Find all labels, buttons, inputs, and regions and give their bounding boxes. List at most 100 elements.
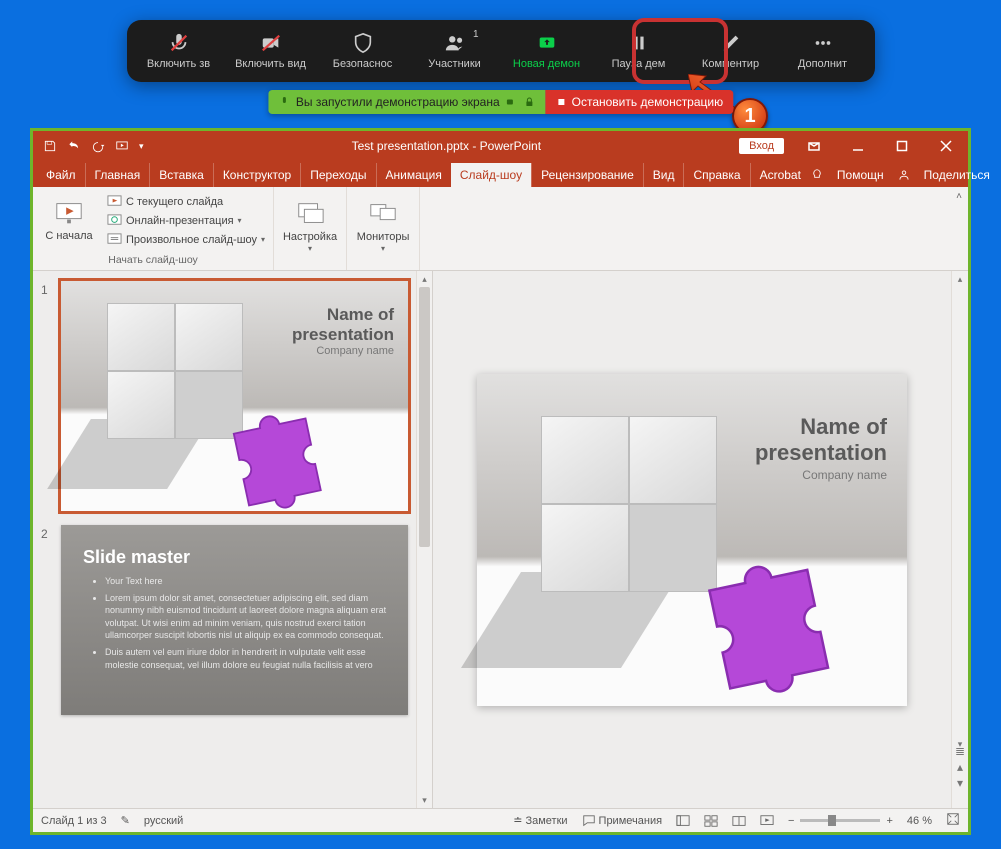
titlebar: ▾ Test presentation.pptx - PowerPoint Вх… bbox=[33, 131, 968, 161]
tab-transitions[interactable]: Переходы bbox=[300, 163, 375, 187]
cam-off-icon bbox=[260, 32, 282, 54]
custom-slideshow-label: Произвольное слайд-шоу bbox=[126, 234, 257, 246]
zoom-toolbar: Включить зв Включить вид Безопаснос 1 Уч… bbox=[127, 20, 875, 82]
window-title: Test presentation.pptx - PowerPoint bbox=[154, 139, 740, 153]
slide-subtitle: Company name bbox=[802, 468, 887, 482]
thumb1-title-line1: Name of bbox=[327, 305, 394, 324]
zoom-participants-label: Участники bbox=[428, 58, 481, 70]
share-icon bbox=[536, 32, 558, 54]
pause-icon bbox=[628, 32, 650, 54]
share-notification: Вы запустили демонстрацию экрана Останов… bbox=[268, 90, 733, 114]
tab-design[interactable]: Конструктор bbox=[213, 163, 300, 187]
puzzle-piece-icon bbox=[677, 546, 857, 696]
close-button[interactable] bbox=[924, 131, 968, 161]
zoom-new-share-label: Новая демон bbox=[513, 58, 580, 70]
powerpoint-window: ▾ Test presentation.pptx - PowerPoint Вх… bbox=[30, 128, 971, 835]
workspace: 1 Name ofpresentation bbox=[33, 271, 968, 808]
cam-icon bbox=[506, 96, 518, 108]
quick-access-toolbar: ▾ bbox=[33, 139, 154, 153]
fit-window-button[interactable] bbox=[946, 812, 960, 829]
view-sorter-button[interactable] bbox=[704, 814, 718, 828]
slide-title-line2: presentation bbox=[755, 440, 887, 465]
editor-scrollbar[interactable]: ▴ ▾ ≣▴▾ bbox=[951, 271, 968, 808]
zoom-video-label: Включить вид bbox=[235, 58, 306, 70]
stop-icon bbox=[556, 96, 568, 108]
slide-editor: Name ofpresentation Company name ▴ ▾ ≣▴▾ bbox=[433, 271, 968, 808]
lock-icon bbox=[524, 96, 536, 108]
undo-icon[interactable] bbox=[67, 139, 81, 153]
slide-canvas[interactable]: Name ofpresentation Company name bbox=[477, 374, 907, 706]
tab-view[interactable]: Вид bbox=[643, 163, 684, 187]
slide-thumbnail-2[interactable]: 2 Slide master Your Text here Lorem ipsu… bbox=[33, 521, 416, 725]
setup-button[interactable]: Настройка▾ bbox=[280, 199, 340, 254]
view-slideshow-button[interactable] bbox=[760, 814, 774, 828]
comments-button[interactable]: Примечания bbox=[582, 814, 663, 828]
zoom-annotate-label: Комментир bbox=[702, 58, 759, 70]
view-reading-button[interactable] bbox=[732, 814, 746, 828]
stop-share-button[interactable]: Остановить демонстрацию bbox=[546, 90, 733, 114]
redo-icon[interactable] bbox=[91, 139, 105, 153]
maximize-button[interactable] bbox=[880, 131, 924, 161]
more-icon bbox=[812, 32, 834, 54]
login-button[interactable]: Вход bbox=[739, 138, 784, 154]
mic-off-icon bbox=[168, 32, 190, 54]
monitors-label: Мониторы bbox=[357, 231, 410, 243]
thumbnails-scrollbar[interactable]: ▴ ▾ bbox=[416, 271, 432, 808]
stop-share-label: Остановить демонстрацию bbox=[572, 95, 723, 109]
tab-file[interactable]: Файл bbox=[37, 163, 85, 187]
ribbon-group-start-label: Начать слайд-шоу bbox=[39, 252, 267, 268]
zoom-security-button[interactable]: Безопаснос bbox=[317, 23, 409, 79]
zoom-annotate-button[interactable]: Комментир bbox=[685, 23, 777, 79]
save-icon[interactable] bbox=[43, 139, 57, 153]
tab-acrobat[interactable]: Acrobat bbox=[750, 163, 810, 187]
zoom-pause-share-button[interactable]: Пауза дем bbox=[593, 23, 685, 79]
ribbon-display-button[interactable] bbox=[792, 131, 836, 161]
spellcheck-icon[interactable]: ✎ bbox=[121, 814, 130, 827]
pen-icon bbox=[720, 32, 742, 54]
thumb1-subtitle: Company name bbox=[316, 345, 394, 357]
zoom-video-button[interactable]: Включить вид bbox=[225, 23, 317, 79]
share-status: Вы запустили демонстрацию экрана bbox=[268, 90, 546, 114]
minimize-button[interactable] bbox=[836, 131, 880, 161]
monitors-button[interactable]: Мониторы▾ bbox=[353, 199, 413, 254]
mic-icon bbox=[278, 96, 290, 108]
slide-nav-buttons[interactable]: ≣▴▾ bbox=[952, 744, 968, 790]
tab-help[interactable]: Справка bbox=[683, 163, 749, 187]
tab-slideshow[interactable]: Слайд-шоу bbox=[451, 163, 531, 187]
tab-home[interactable]: Главная bbox=[85, 163, 150, 187]
zoom-audio-button[interactable]: Включить зв bbox=[133, 23, 225, 79]
zoom-more-label: Дополнит bbox=[798, 58, 847, 70]
zoom-out-button[interactable]: − bbox=[788, 815, 794, 827]
collapse-ribbon-icon[interactable]: ˄ bbox=[956, 191, 962, 202]
lightbulb-icon bbox=[810, 168, 824, 182]
qat-dropdown-icon[interactable]: ▾ bbox=[139, 141, 144, 152]
notes-button[interactable]: ≐Заметки bbox=[513, 814, 567, 827]
slideshow-quick-icon[interactable] bbox=[115, 139, 129, 153]
zoom-in-button[interactable]: + bbox=[886, 815, 892, 827]
tab-review[interactable]: Рецензирование bbox=[531, 163, 643, 187]
zoom-participants-button[interactable]: 1 Участники bbox=[409, 23, 501, 79]
share-status-text: Вы запустили демонстрацию экрана bbox=[296, 95, 500, 109]
tab-insert[interactable]: Вставка bbox=[149, 163, 213, 187]
from-current-button[interactable]: С текущего слайда bbox=[105, 193, 267, 210]
tab-animations[interactable]: Анимация bbox=[376, 163, 451, 187]
online-presentation-button[interactable]: Онлайн-презентация▾ bbox=[105, 212, 267, 229]
online-presentation-label: Онлайн-презентация bbox=[126, 215, 234, 227]
view-normal-button[interactable] bbox=[676, 814, 690, 828]
statusbar: Слайд 1 из 3 ✎ русский ≐Заметки Примечан… bbox=[33, 808, 968, 832]
zoom-new-share-button[interactable]: Новая демон bbox=[501, 23, 593, 79]
from-beginning-button[interactable]: С начала bbox=[39, 198, 99, 242]
slide-counter: Слайд 1 из 3 bbox=[41, 815, 107, 827]
custom-slideshow-button[interactable]: Произвольное слайд-шоу▾ bbox=[105, 231, 267, 248]
share-person-icon bbox=[897, 168, 911, 182]
share-button[interactable]: Поделиться bbox=[915, 163, 999, 187]
slide-thumbnail-1[interactable]: 1 Name ofpresentation bbox=[33, 277, 416, 521]
zoom-audio-label: Включить зв bbox=[147, 58, 210, 70]
language-indicator[interactable]: русский bbox=[144, 815, 183, 827]
tell-me-button[interactable]: Помощн bbox=[828, 163, 893, 187]
zoom-slider[interactable]: − + bbox=[788, 815, 893, 827]
zoom-more-button[interactable]: Дополнит bbox=[777, 23, 869, 79]
puzzle-piece-icon bbox=[211, 401, 341, 511]
setup-label: Настройка bbox=[283, 231, 337, 243]
zoom-percent[interactable]: 46 % bbox=[907, 815, 932, 827]
